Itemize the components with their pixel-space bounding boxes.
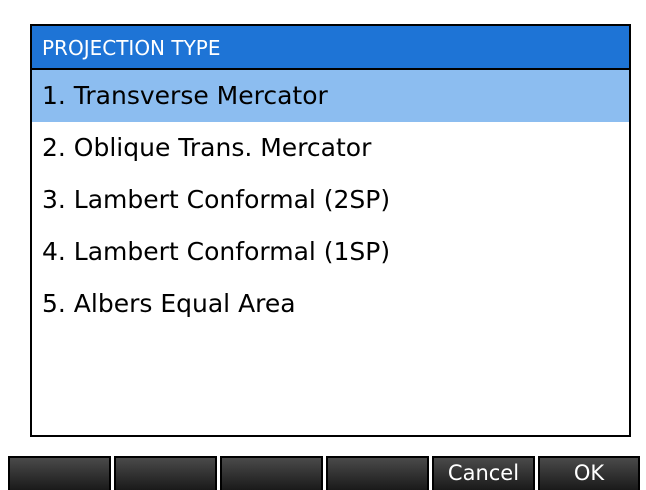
list-item-transverse-mercator[interactable]: 1. Transverse Mercator [32,70,629,122]
softkey-3[interactable] [220,456,323,490]
list-item-oblique-trans-mercator[interactable]: 2. Oblique Trans. Mercator [32,122,629,174]
projection-list: 1. Transverse Mercator 2. Oblique Trans.… [32,70,629,330]
calculator-screen: PROJECTION TYPE 1. Transverse Mercator 2… [0,0,646,490]
ok-button[interactable]: OK [538,456,640,490]
cancel-button[interactable]: Cancel [432,456,535,490]
softkey-2[interactable] [114,456,217,490]
list-item-lambert-conformal-1sp[interactable]: 4. Lambert Conformal (1SP) [32,226,629,278]
softkey-bar: Cancel OK [0,450,646,490]
dialog-title: PROJECTION TYPE [32,26,629,70]
list-item-lambert-conformal-2sp[interactable]: 3. Lambert Conformal (2SP) [32,174,629,226]
softkey-1[interactable] [8,456,111,490]
list-item-albers-equal-area[interactable]: 5. Albers Equal Area [32,278,629,330]
projection-type-dialog: PROJECTION TYPE 1. Transverse Mercator 2… [30,24,631,437]
softkey-4[interactable] [326,456,429,490]
